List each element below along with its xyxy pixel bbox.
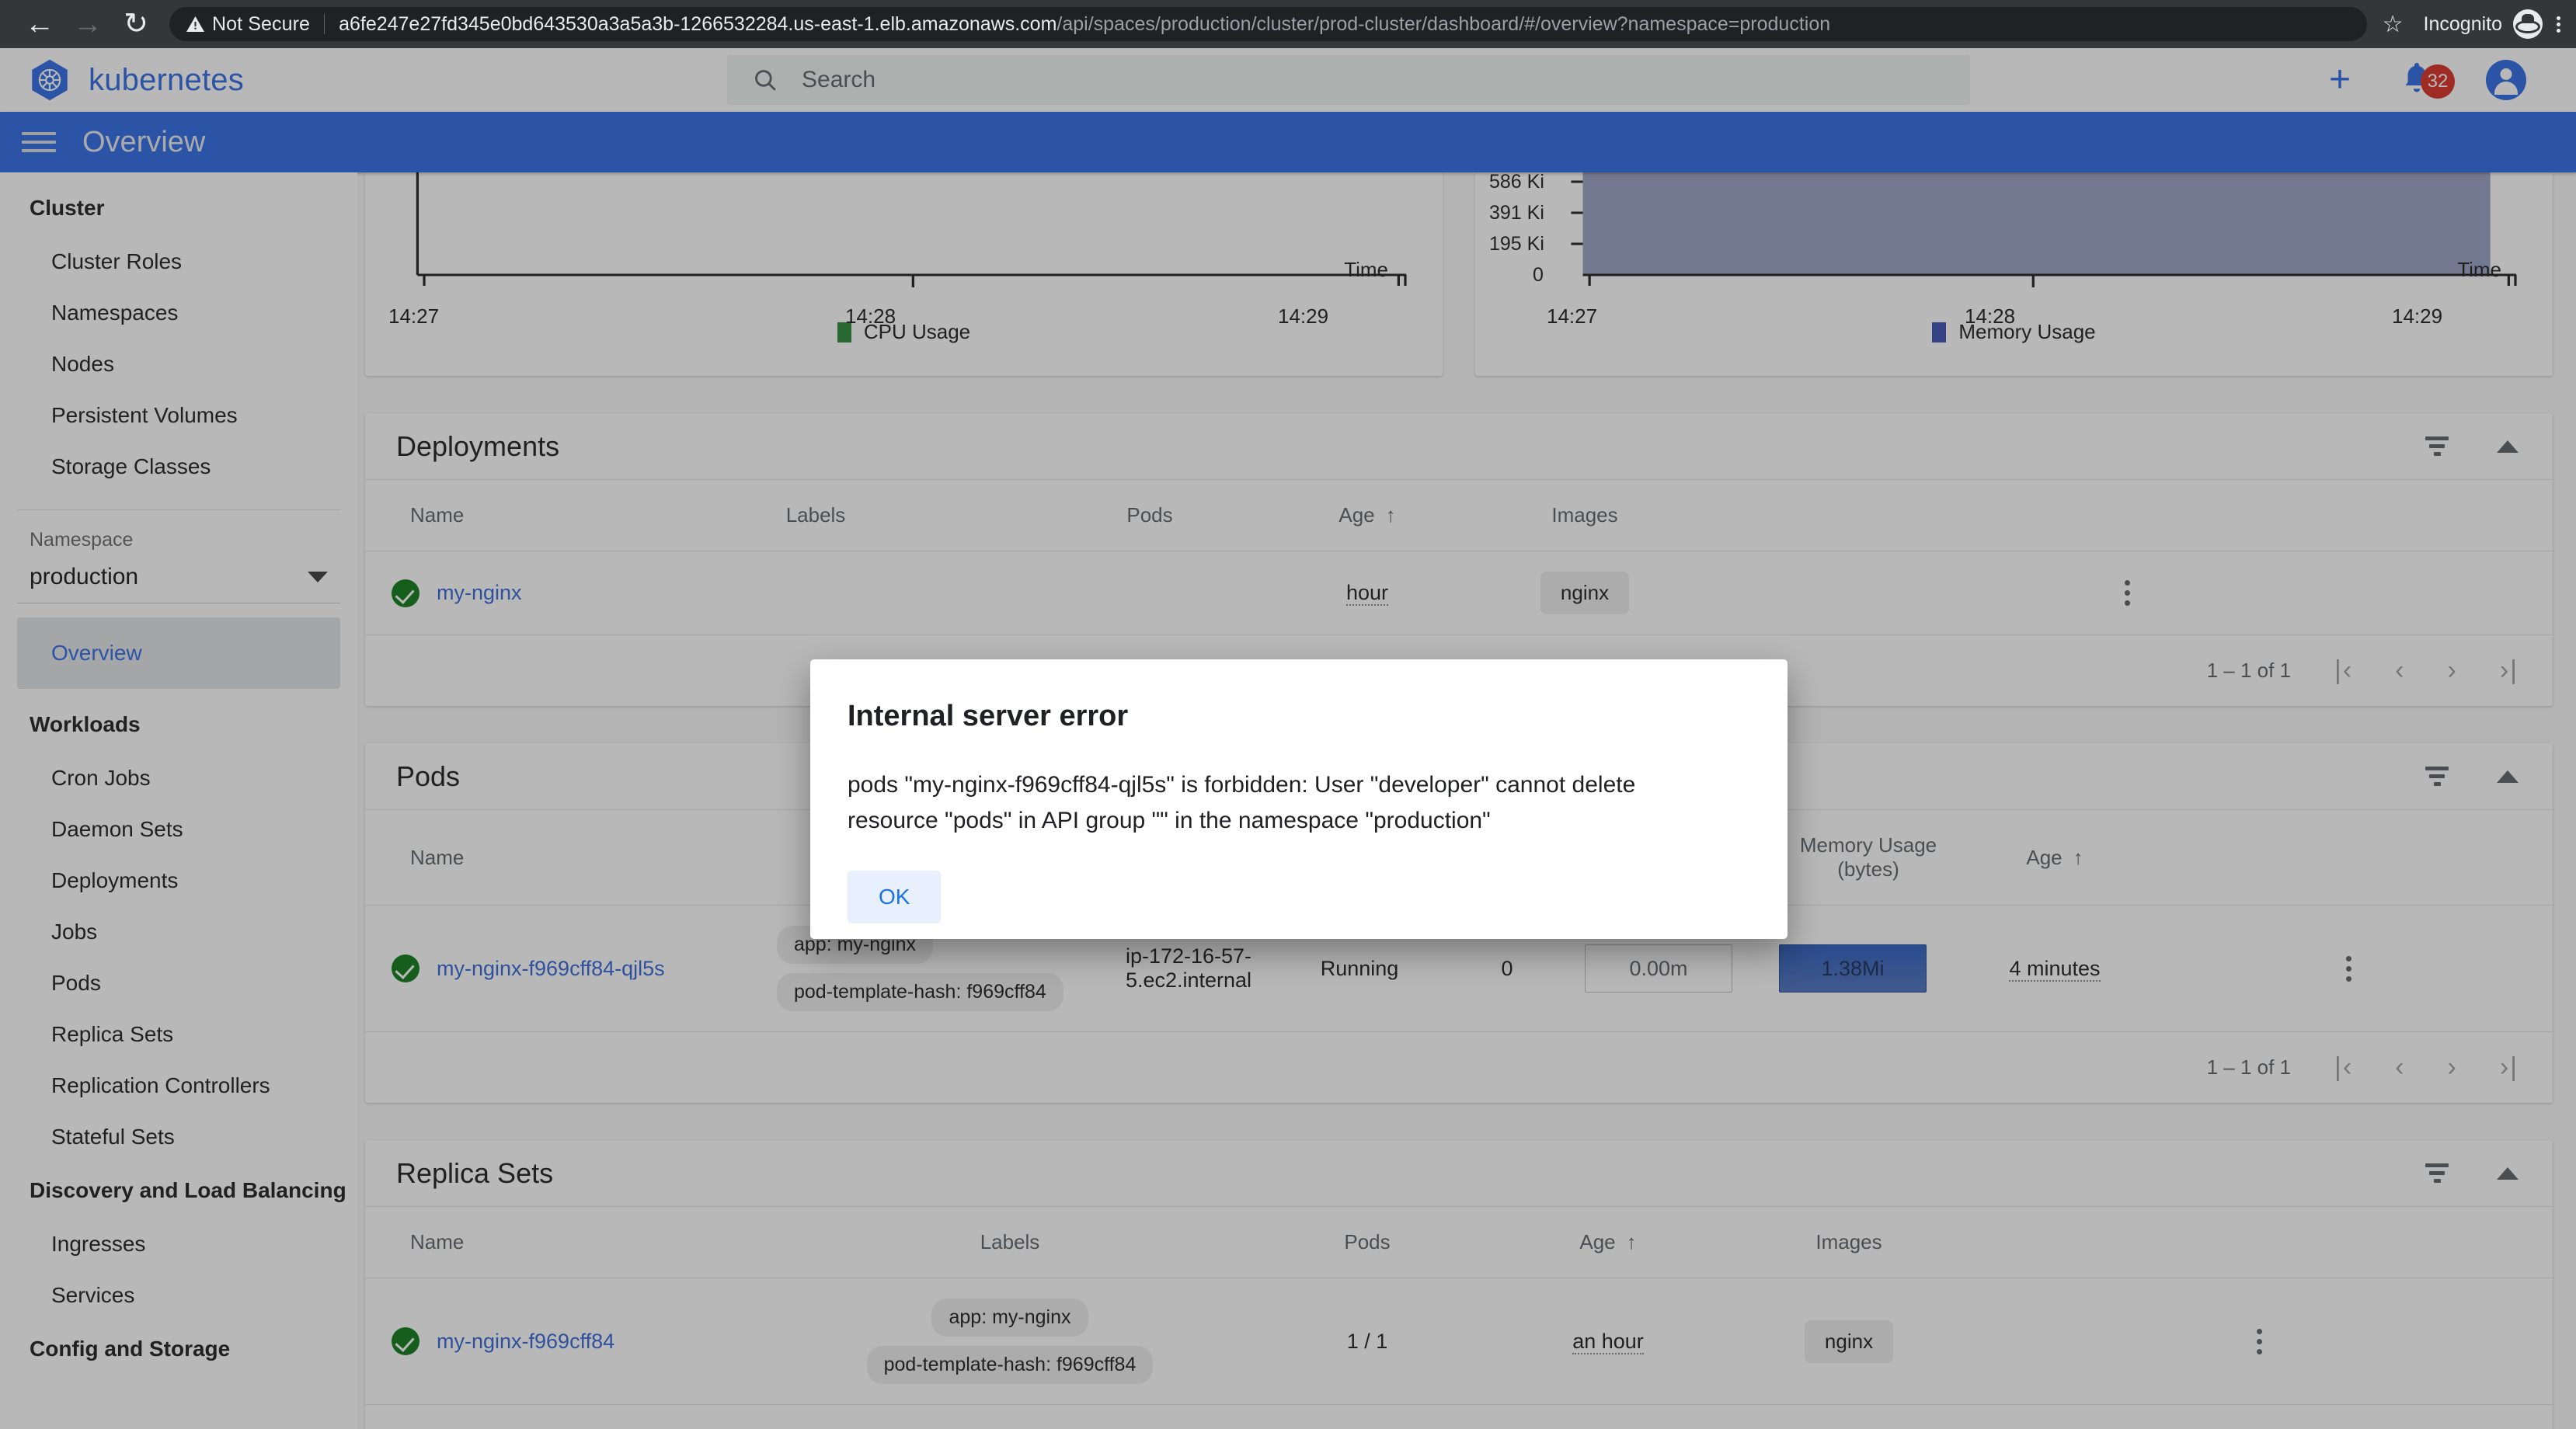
not-secure-warning-icon [186,16,204,32]
security-status-label: Not Secure [212,12,311,35]
forward-icon[interactable]: → [64,0,112,48]
url-path: /api/spaces/production/cluster/prod-clus… [1057,12,1831,35]
ok-button[interactable]: OK [848,871,942,924]
back-icon[interactable]: ← [16,0,64,48]
error-dialog: Internal server error pods "my-nginx-f96… [810,659,1788,939]
incognito-label: Incognito [2423,12,2502,35]
browser-menu-icon[interactable] [2557,16,2560,33]
dialog-title: Internal server error [848,700,1129,732]
omnibox-divider [324,14,325,34]
dialog-message: pods "my-nginx-f969cff84-qjl5s" is forbi… [848,772,1636,833]
kubernetes-dashboard: kubernetes Search + 32 Overview Cluster … [0,48,2576,1429]
address-bar[interactable]: Not Secure a6fe247e27fd345e0bd643530a3a5… [169,7,2367,41]
browser-toolbar: ← → ↻ Not Secure a6fe247e27fd345e0bd6435… [0,0,2576,48]
incognito-avatar-icon[interactable] [2513,9,2543,39]
bookmark-star-icon[interactable]: ☆ [2383,11,2404,38]
url-text: a6fe247e27fd345e0bd643530a3a5a3b-1266532… [339,13,1830,36]
reload-icon[interactable]: ↻ [112,0,160,48]
url-host: a6fe247e27fd345e0bd643530a3a5a3b-1266532… [339,12,1057,35]
